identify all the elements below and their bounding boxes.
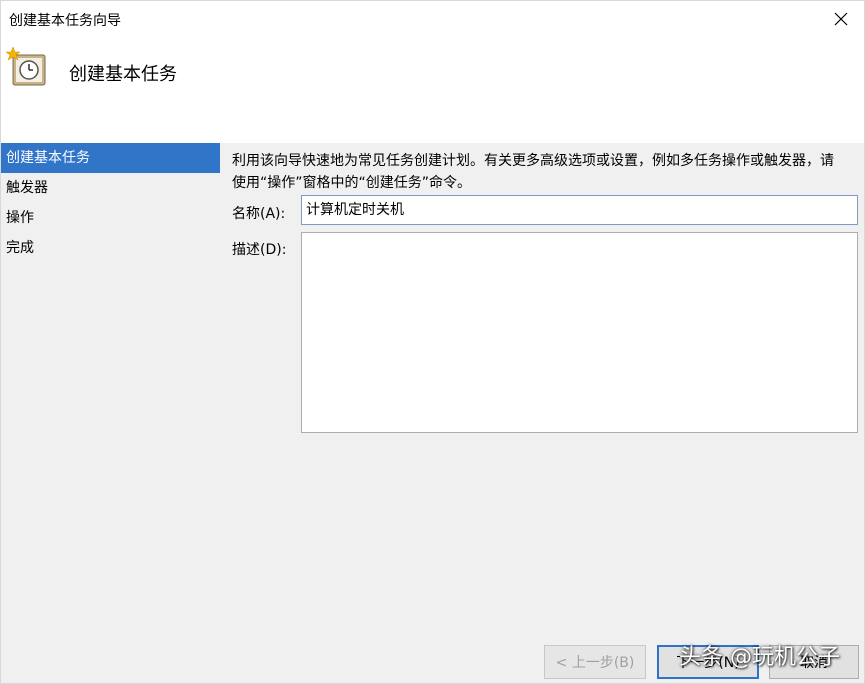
intro-text: 利用该向导快速地为常见任务创建计划。有关更多高级选项或设置，例如多任务操作或触发… [232, 153, 834, 191]
wizard-window: 创建基本任务向导 创建基本任务 创建基本任务 触发器 操作 完成 利用该向导快速… [0, 0, 865, 684]
watermark: 头条 @玩机公子 [679, 645, 840, 670]
page-title: 创建基本任务 [69, 64, 177, 85]
sidebar-item-action[interactable]: 操作 [1, 203, 220, 233]
back-button[interactable]: < 上一步(B) [544, 645, 646, 679]
window-title: 创建基本任务向导 [9, 13, 121, 29]
description-label: 描述(D): [232, 242, 287, 258]
wizard-header: 创建基本任务 [1, 39, 864, 143]
description-textarea[interactable] [301, 232, 858, 433]
sidebar-item-finish[interactable]: 完成 [1, 233, 220, 263]
title-bar: 创建基本任务向导 [1, 1, 864, 39]
name-label: 名称(A): [232, 206, 286, 222]
name-input[interactable]: 计算机定时关机 [301, 195, 858, 225]
sidebar-item-create-basic-task[interactable]: 创建基本任务 [1, 143, 220, 173]
close-button[interactable] [818, 1, 864, 37]
wizard-content: 利用该向导快速地为常见任务创建计划。有关更多高级选项或设置，例如多任务操作或触发… [232, 143, 864, 683]
wizard-body: 创建基本任务 触发器 操作 完成 利用该向导快速地为常见任务创建计划。有关更多高… [1, 143, 864, 683]
sidebar-item-trigger[interactable]: 触发器 [1, 173, 220, 203]
close-icon [834, 12, 848, 26]
wizard-steps-sidebar: 创建基本任务 触发器 操作 完成 [1, 143, 220, 683]
task-clock-icon [5, 47, 46, 86]
